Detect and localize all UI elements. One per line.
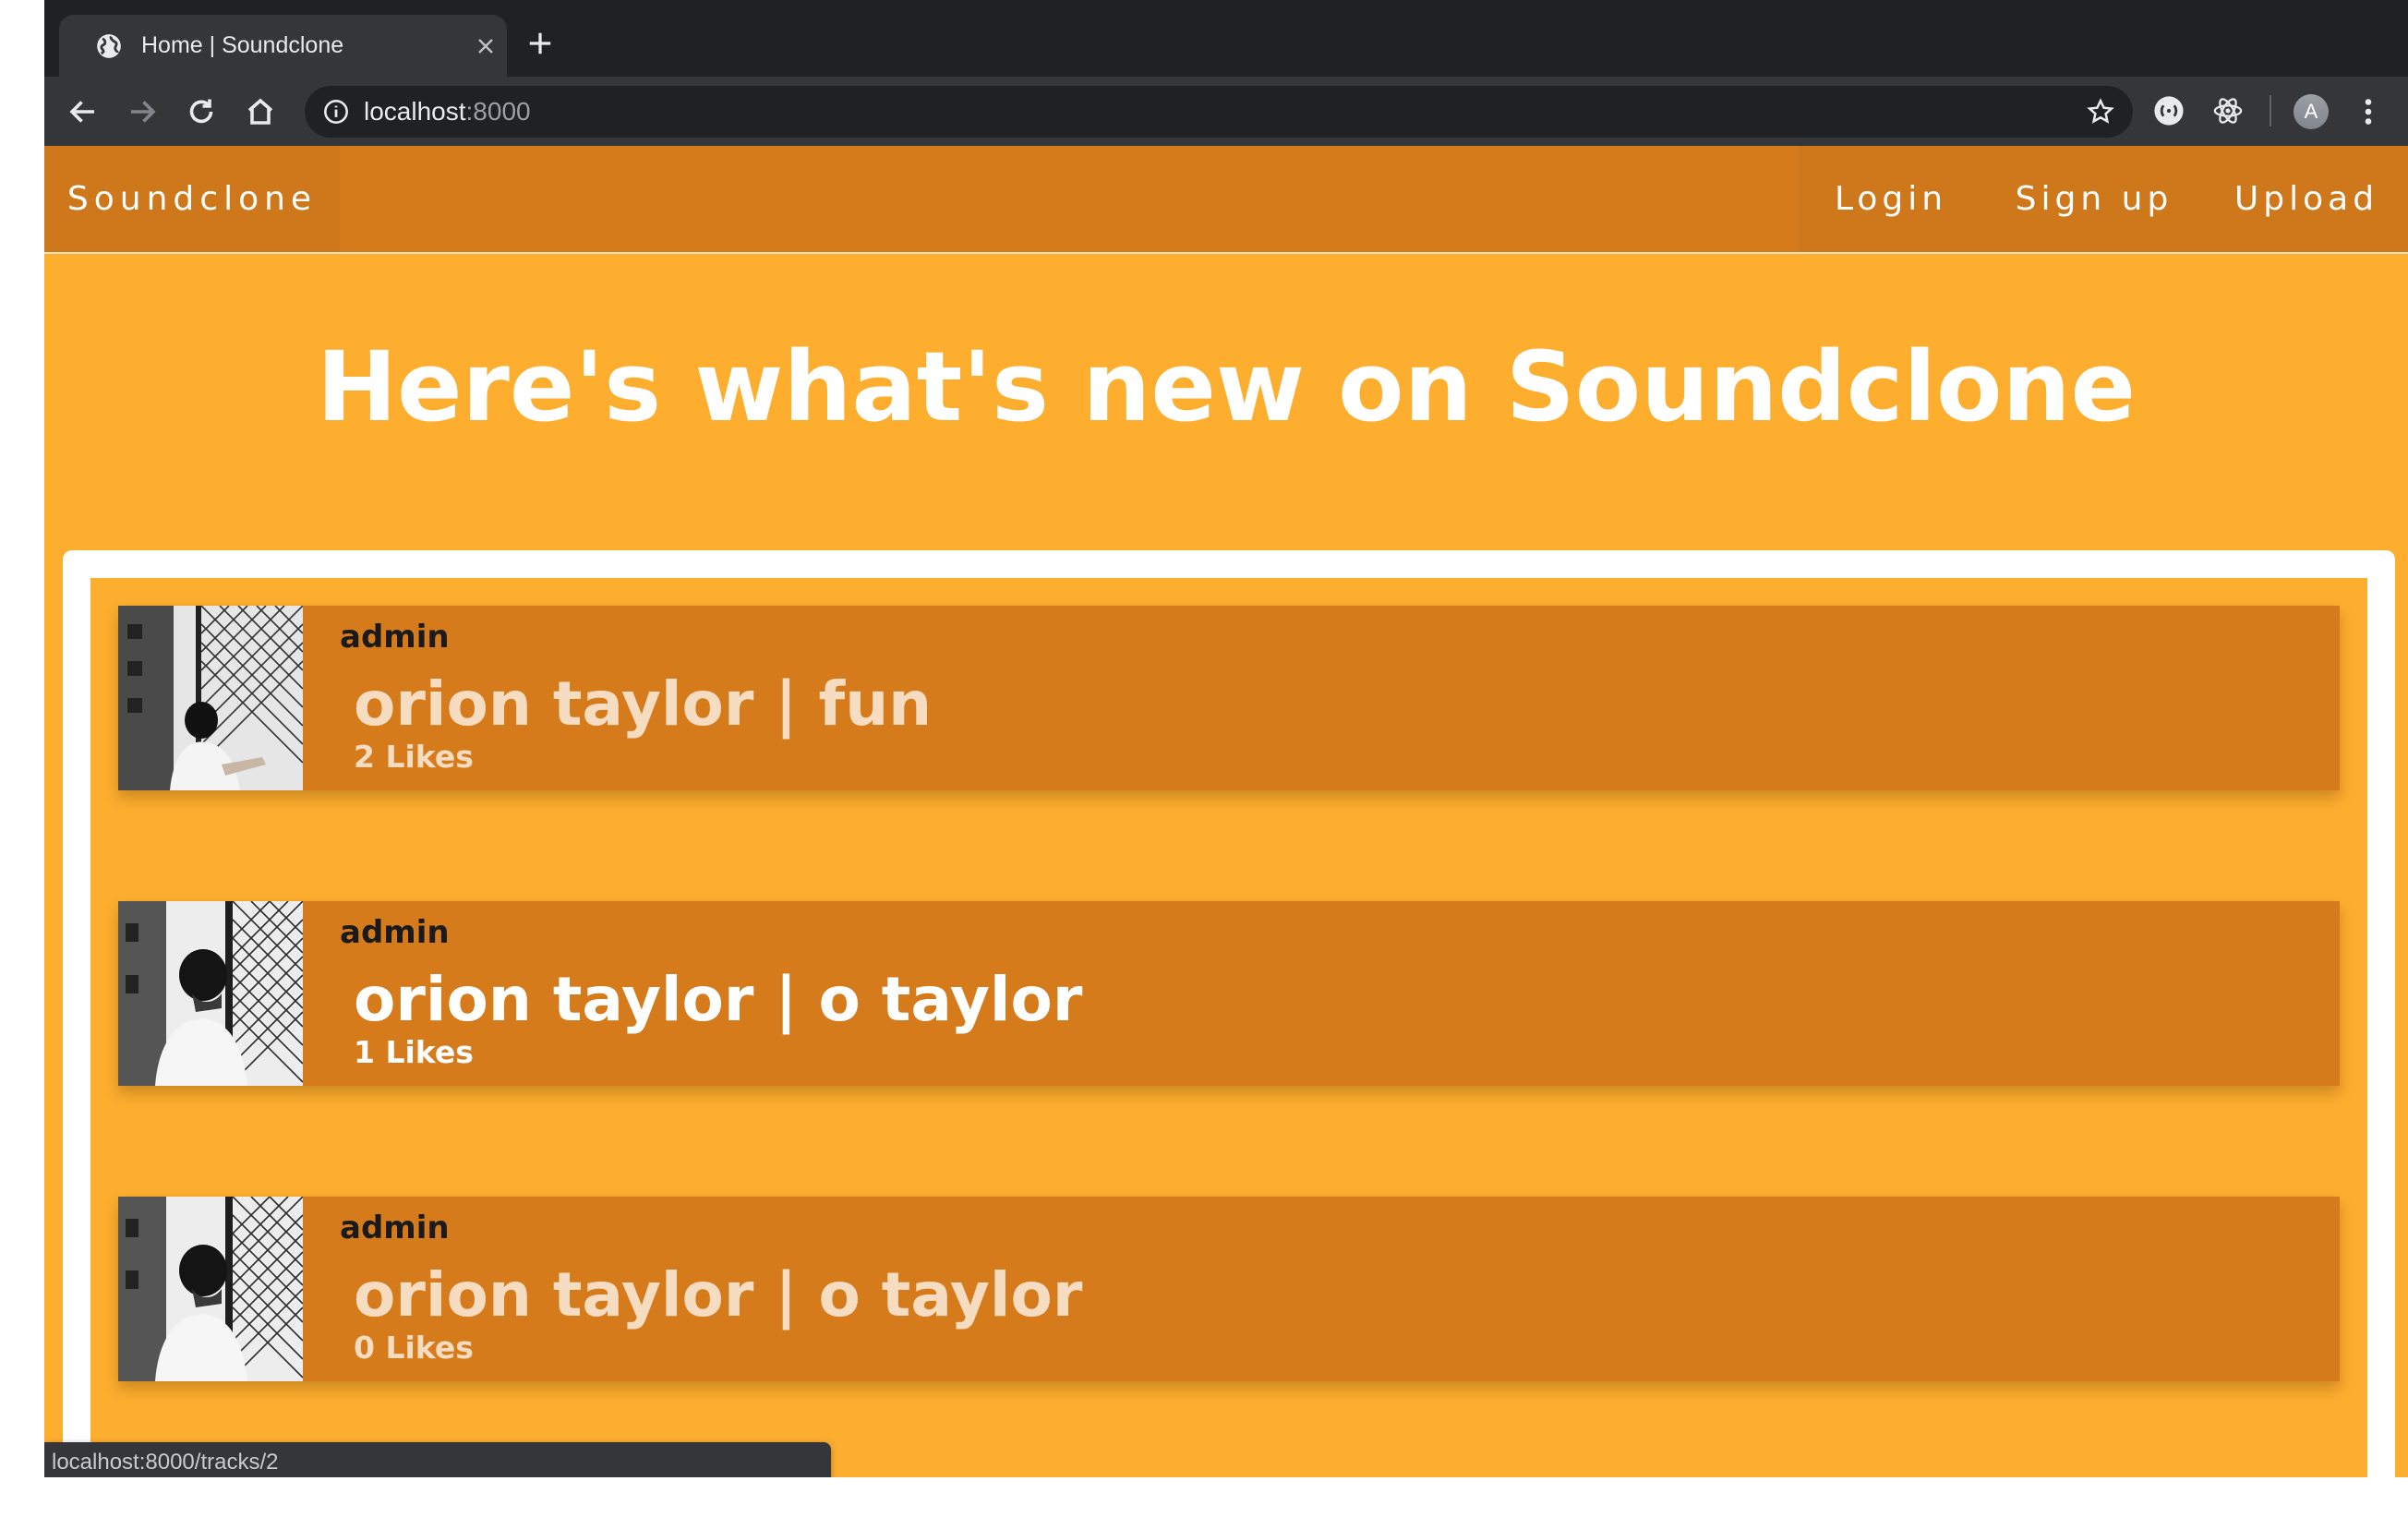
forward-icon[interactable] — [126, 95, 159, 128]
track-title[interactable]: orion taylor | o taylor — [354, 964, 1082, 1035]
tab-strip: Home | Soundclone — [44, 0, 2408, 77]
brand-link[interactable]: Soundclone — [44, 146, 340, 252]
home-icon[interactable] — [244, 95, 277, 128]
page-title: Here's what's new on Soundclone — [316, 331, 2137, 443]
more-menu-icon[interactable] — [2354, 95, 2382, 128]
track-username[interactable]: admin — [340, 1210, 450, 1246]
track-card[interactable]: admin orion taylor | o taylor 0 Likes — [118, 1197, 2340, 1381]
track-likes: 1 Likes — [354, 1034, 474, 1070]
close-icon[interactable] — [475, 35, 497, 57]
nav-login[interactable]: Login — [1799, 146, 1983, 252]
tab-title: Home | Soundclone — [141, 32, 344, 58]
track-title[interactable]: orion taylor | o taylor — [354, 1259, 1082, 1330]
track-username[interactable]: admin — [340, 914, 450, 951]
browser-window: Home | Soundclone localhost:8000 A Sound… — [44, 0, 2408, 1477]
url-port: :8000 — [465, 97, 531, 126]
url-text: localhost:8000 — [364, 86, 531, 138]
toolbar-divider — [2270, 95, 2271, 126]
nav-upload[interactable]: Upload — [2205, 146, 2408, 252]
bookmark-star-icon[interactable] — [2087, 98, 2114, 126]
track-card[interactable]: admin orion taylor | o taylor 1 Likes — [118, 901, 2340, 1086]
react-devtools-icon[interactable] — [2212, 95, 2244, 126]
track-likes: 2 Likes — [354, 739, 474, 775]
page-content: Soundclone Login Sign up Upload Here's w… — [44, 146, 2408, 1477]
info-icon[interactable] — [323, 99, 349, 125]
track-artwork[interactable] — [118, 1197, 303, 1381]
site-navbar: Soundclone Login Sign up Upload — [44, 146, 2408, 254]
extension-icon[interactable] — [2153, 95, 2185, 126]
back-icon[interactable] — [66, 95, 100, 128]
profile-avatar[interactable]: A — [2294, 94, 2329, 129]
new-tab-icon[interactable] — [526, 30, 554, 57]
reload-icon[interactable] — [185, 95, 218, 128]
nav-signup[interactable]: Sign up — [1983, 146, 2205, 252]
tab-home[interactable]: Home | Soundclone — [59, 15, 507, 77]
track-list: admin orion taylor | fun 2 Likes admin o… — [90, 578, 2367, 1477]
track-list-panel: admin orion taylor | fun 2 Likes admin o… — [63, 550, 2395, 1477]
url-host: localhost — [364, 97, 466, 126]
track-card[interactable]: admin orion taylor | fun 2 Likes — [118, 606, 2340, 790]
track-artwork[interactable] — [118, 606, 303, 790]
address-bar[interactable]: localhost:8000 — [305, 86, 2133, 138]
track-username[interactable]: admin — [340, 619, 450, 656]
browser-toolbar: localhost:8000 A — [44, 77, 2408, 146]
track-likes: 0 Likes — [354, 1330, 474, 1366]
track-title[interactable]: orion taylor | fun — [354, 668, 932, 740]
link-status-bubble: localhost:8000/tracks/2 — [44, 1442, 831, 1477]
nav-links: Login Sign up Upload — [1799, 146, 2408, 252]
globe-icon — [97, 34, 121, 58]
track-artwork[interactable] — [118, 901, 303, 1086]
